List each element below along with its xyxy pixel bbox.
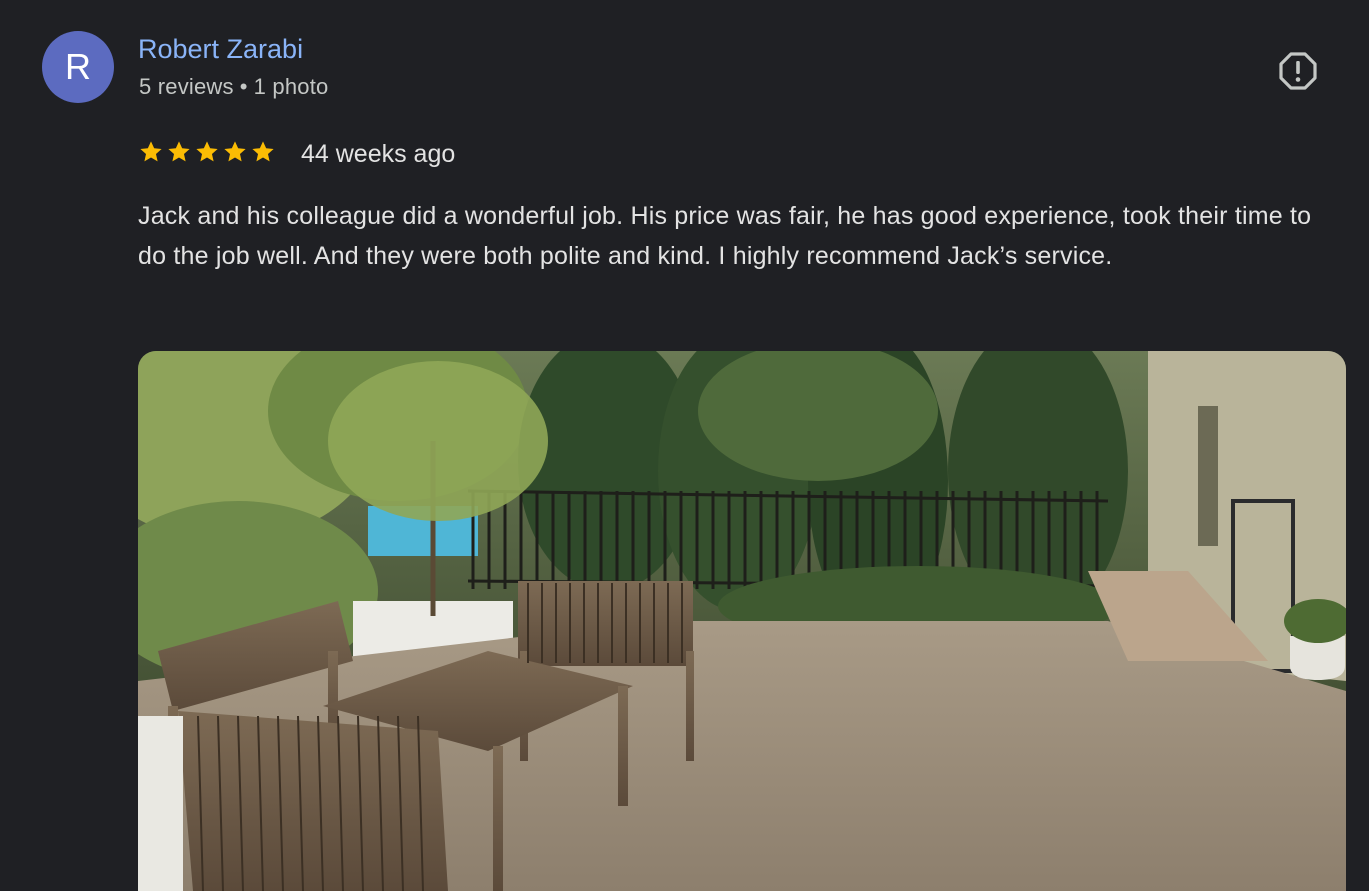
review-time: 44 weeks ago xyxy=(301,140,456,168)
star-icon xyxy=(252,141,274,162)
reviews-count: 5 reviews xyxy=(139,74,234,99)
meta-separator: • xyxy=(239,74,248,99)
star-icon xyxy=(196,141,218,162)
star-icon xyxy=(168,141,190,162)
star-icon xyxy=(224,141,246,162)
avatar-initial: R xyxy=(65,46,91,87)
avatar[interactable]: R xyxy=(42,31,114,103)
star-icon xyxy=(140,141,162,162)
review-text: Jack and his colleague did a wonderful j… xyxy=(138,202,1312,270)
report-icon[interactable] xyxy=(1278,51,1318,91)
star-rating xyxy=(138,139,276,165)
photos-count: 1 photo xyxy=(253,74,329,99)
review-photo[interactable] xyxy=(138,351,1346,891)
author-name-link[interactable]: Robert Zarabi xyxy=(138,34,303,65)
author-stats: 5 reviews • 1 photo xyxy=(139,74,328,100)
